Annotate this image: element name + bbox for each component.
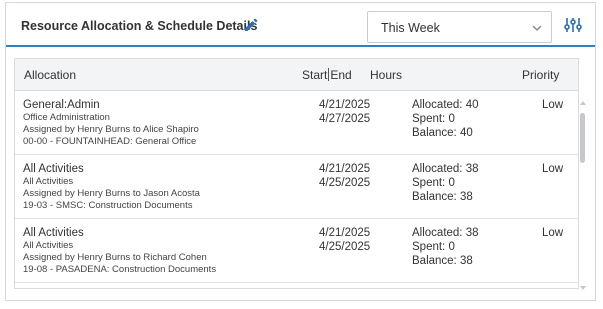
end-date: 4/25/2025 [319,241,371,253]
end-date: 4/27/2025 [319,113,371,125]
column-header-start[interactable]: Start [302,68,327,82]
column-header-hours[interactable]: Hours [370,68,402,82]
allocation-activity: All Activities [23,176,74,187]
end-date: 4/25/2025 [319,177,371,189]
panel-title: Resource Allocation & Schedule Details [21,19,258,33]
hours-allocated: Allocated: 40 [412,99,479,111]
chevron-down-icon [532,25,542,31]
table-row[interactable]: General:Admin Office Administration Assi… [15,91,578,155]
period-select[interactable]: This Week [367,11,552,43]
allocation-project: 19-08 - PASADENA: Construction Documents [23,264,217,275]
allocation-activity: All Activities [23,240,74,251]
hours-spent: Spent: 0 [412,113,455,125]
allocation-name: All Activities [23,227,84,239]
allocation-project: 19-03 - SMSC: Construction Documents [23,200,193,211]
vertical-scrollbar[interactable] [578,93,588,298]
allocation-assigned: Assigned by Henry Burns to Richard Cohen [23,252,207,263]
table-header: Allocation Start End Hours Priority [15,59,578,91]
priority-value: Low [542,163,564,175]
column-header-end[interactable]: End [330,68,351,82]
scroll-thumb[interactable] [580,113,585,163]
hours-balance: Balance: 38 [412,191,473,203]
allocation-table: Allocation Start End Hours Priority Gener… [14,58,579,289]
table-body: General:Admin Office Administration Assi… [15,91,578,290]
priority-value: Low [542,227,564,239]
allocation-assigned: Assigned by Henry Burns to Jason Acosta [23,188,200,199]
allocation-project: 00-00 - FOUNTAINHEAD: General Office [23,136,197,147]
allocation-activity: Office Administration [23,112,110,123]
start-date: 4/21/2025 [319,227,371,239]
table-row[interactable]: All Activities All Activities Assigned b… [15,219,578,283]
allocation-name: General:Admin [23,99,100,111]
column-header-priority[interactable]: Priority [522,68,559,82]
start-date: 4/21/2025 [319,99,371,111]
hours-allocated: Allocated: 38 [412,227,479,239]
table-row[interactable]: All Activities All Activities Assigned b… [15,155,578,219]
start-date: 4/21/2025 [319,163,371,175]
hours-allocated: Allocated: 38 [412,163,479,175]
resource-allocation-panel: Resource Allocation & Schedule Details T… [5,2,596,301]
column-header-start-end[interactable]: Start End [302,68,352,82]
panel-header: Resource Allocation & Schedule Details T… [6,3,595,47]
hours-spent: Spent: 0 [412,177,455,189]
priority-value: Low [542,99,564,111]
filter-sliders-icon[interactable] [563,15,583,35]
scroll-down-arrow-icon[interactable] [580,286,586,290]
scroll-up-arrow-icon[interactable] [580,101,586,105]
column-header-allocation[interactable]: Allocation [24,68,76,82]
hours-spent: Spent: 0 [412,241,455,253]
allocation-name: All Activities [23,163,84,175]
hours-balance: Balance: 40 [412,127,473,139]
hours-balance: Balance: 38 [412,255,473,267]
period-select-value: This Week [381,21,440,35]
edit-icon[interactable] [243,17,259,33]
allocation-assigned: Assigned by Henry Burns to Alice Shapiro [23,124,199,135]
